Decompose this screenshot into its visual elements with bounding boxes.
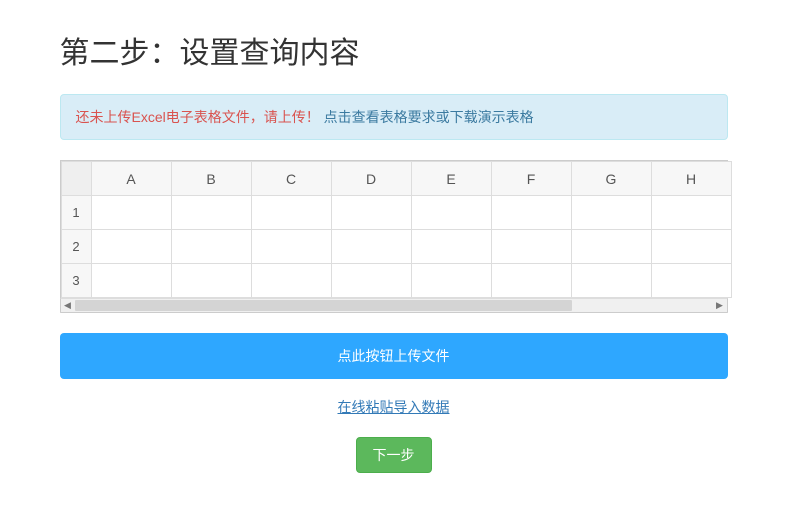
row-header[interactable]: 1 <box>61 196 91 230</box>
page-title: 第二步：设置查询内容 <box>60 28 728 72</box>
cell[interactable] <box>491 196 571 230</box>
cell[interactable] <box>571 196 651 230</box>
cell[interactable] <box>171 196 251 230</box>
cell[interactable] <box>651 264 731 298</box>
table-row: 3 <box>61 264 731 298</box>
cell[interactable] <box>651 196 731 230</box>
paste-import-wrapper: 在线粘贴导入数据 <box>60 397 728 417</box>
col-header[interactable]: H <box>651 162 731 196</box>
cell[interactable] <box>251 196 331 230</box>
cell[interactable] <box>171 264 251 298</box>
cell[interactable] <box>91 196 171 230</box>
col-header[interactable]: G <box>571 162 651 196</box>
cell[interactable] <box>251 230 331 264</box>
horizontal-scrollbar[interactable]: ◀ ▶ <box>60 298 728 313</box>
col-header[interactable]: C <box>251 162 331 196</box>
col-header[interactable]: A <box>91 162 171 196</box>
upload-warning-alert: 还未上传Excel电子表格文件，请上传！ 点击查看表格要求或下载演示表格 <box>60 94 728 140</box>
column-header-row: A B C D E F G H <box>61 162 731 196</box>
step2-container: 第二步：设置查询内容 还未上传Excel电子表格文件，请上传！ 点击查看表格要求… <box>60 0 728 473</box>
table-row: 2 <box>61 230 731 264</box>
scrollbar-thumb[interactable] <box>75 300 573 311</box>
table-row: 1 <box>61 196 731 230</box>
col-header[interactable]: E <box>411 162 491 196</box>
alert-demo-link[interactable]: 点击查看表格要求或下载演示表格 <box>324 109 534 125</box>
next-step-button[interactable]: 下一步 <box>356 437 432 473</box>
spreadsheet-preview: A B C D E F G H 1 <box>60 160 728 298</box>
row-header[interactable]: 3 <box>61 264 91 298</box>
cell[interactable] <box>91 230 171 264</box>
spreadsheet-table: A B C D E F G H 1 <box>61 161 732 298</box>
col-header[interactable]: F <box>491 162 571 196</box>
row-header[interactable]: 2 <box>61 230 91 264</box>
cell[interactable] <box>571 264 651 298</box>
col-header[interactable]: B <box>171 162 251 196</box>
cell[interactable] <box>571 230 651 264</box>
cell[interactable] <box>491 230 571 264</box>
paste-import-link[interactable]: 在线粘贴导入数据 <box>338 399 450 415</box>
cell[interactable] <box>171 230 251 264</box>
cell[interactable] <box>651 230 731 264</box>
cell[interactable] <box>411 264 491 298</box>
upload-file-button[interactable]: 点此按钮上传文件 <box>60 333 728 379</box>
scroll-right-arrow-icon[interactable]: ▶ <box>713 299 727 312</box>
cell[interactable] <box>411 196 491 230</box>
cell[interactable] <box>251 264 331 298</box>
scroll-left-arrow-icon[interactable]: ◀ <box>61 299 75 312</box>
cell[interactable] <box>491 264 571 298</box>
alert-warning-text: 还未上传Excel电子表格文件，请上传！ <box>76 109 320 125</box>
cell[interactable] <box>331 196 411 230</box>
corner-cell <box>61 162 91 196</box>
cell[interactable] <box>331 264 411 298</box>
scrollbar-track[interactable] <box>75 299 713 312</box>
cell[interactable] <box>411 230 491 264</box>
cell[interactable] <box>91 264 171 298</box>
cell[interactable] <box>331 230 411 264</box>
col-header[interactable]: D <box>331 162 411 196</box>
